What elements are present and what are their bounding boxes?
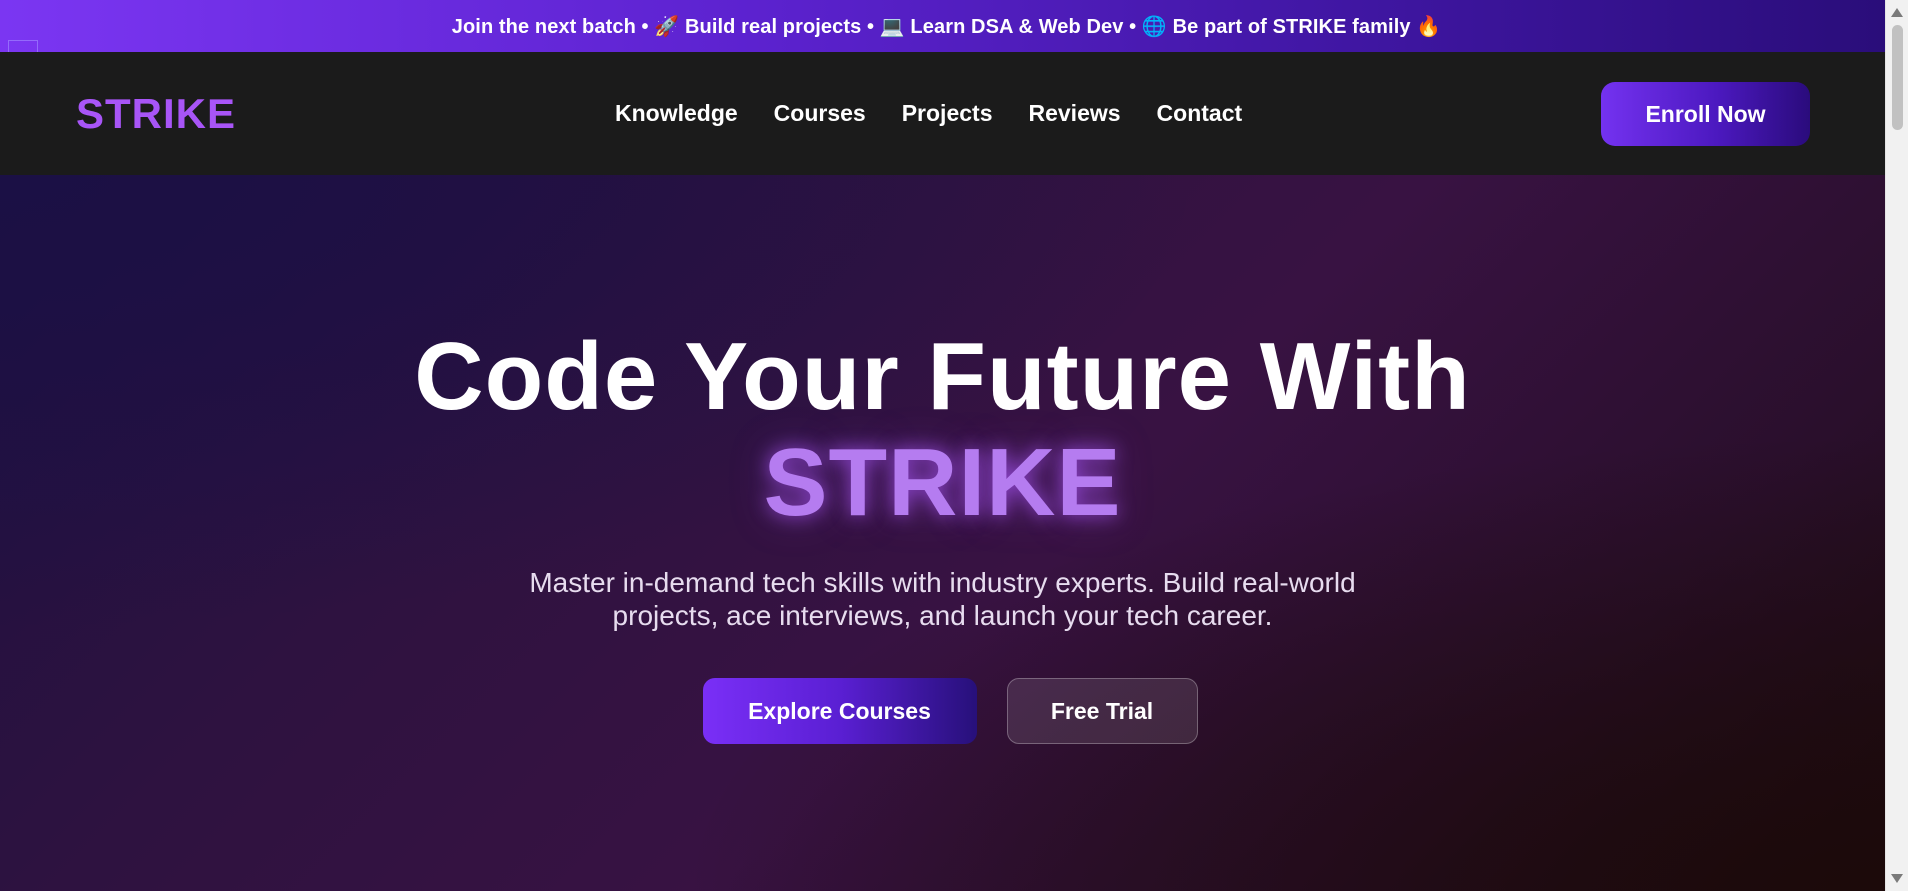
hero-title: Code Your Future With (414, 323, 1471, 430)
nav-link-reviews[interactable]: Reviews (1028, 100, 1120, 127)
scrollbar-thumb[interactable] (1892, 25, 1903, 130)
page: Join the next batch • 🚀 Build real proje… (0, 0, 1885, 891)
nav-link-projects[interactable]: Projects (902, 100, 993, 127)
nav-link-courses[interactable]: Courses (774, 100, 866, 127)
scroll-up-arrow-icon[interactable] (1891, 8, 1903, 17)
announcement-text: Join the next batch • 🚀 Build real proje… (451, 15, 1442, 38)
navbar: STRIKE Knowledge Courses Projects Review… (0, 52, 1885, 175)
explore-courses-button[interactable]: Explore Courses (702, 678, 977, 744)
announcement-bar: Join the next batch • 🚀 Build real proje… (0, 0, 1885, 54)
hero-section: Code Your Future With STRIKE Master in-d… (0, 175, 1885, 891)
nav-link-contact[interactable]: Contact (1157, 100, 1243, 127)
free-trial-button[interactable]: Free Trial (1006, 678, 1198, 744)
scroll-down-arrow-icon[interactable] (1891, 874, 1903, 883)
hero-subtitle: Master in-demand tech skills with indust… (529, 567, 1356, 631)
vertical-scrollbar[interactable] (1885, 0, 1908, 891)
logo[interactable]: STRIKE (76, 90, 236, 138)
hero-brand-title: STRIKE (763, 429, 1122, 536)
nav-links: Knowledge Courses Projects Reviews Conta… (615, 100, 1278, 127)
nav-link-knowledge[interactable]: Knowledge (615, 100, 738, 127)
enroll-now-button[interactable]: Enroll Now (1601, 82, 1810, 146)
hero-cta-group: Explore Courses Free Trial (0, 678, 1885, 744)
